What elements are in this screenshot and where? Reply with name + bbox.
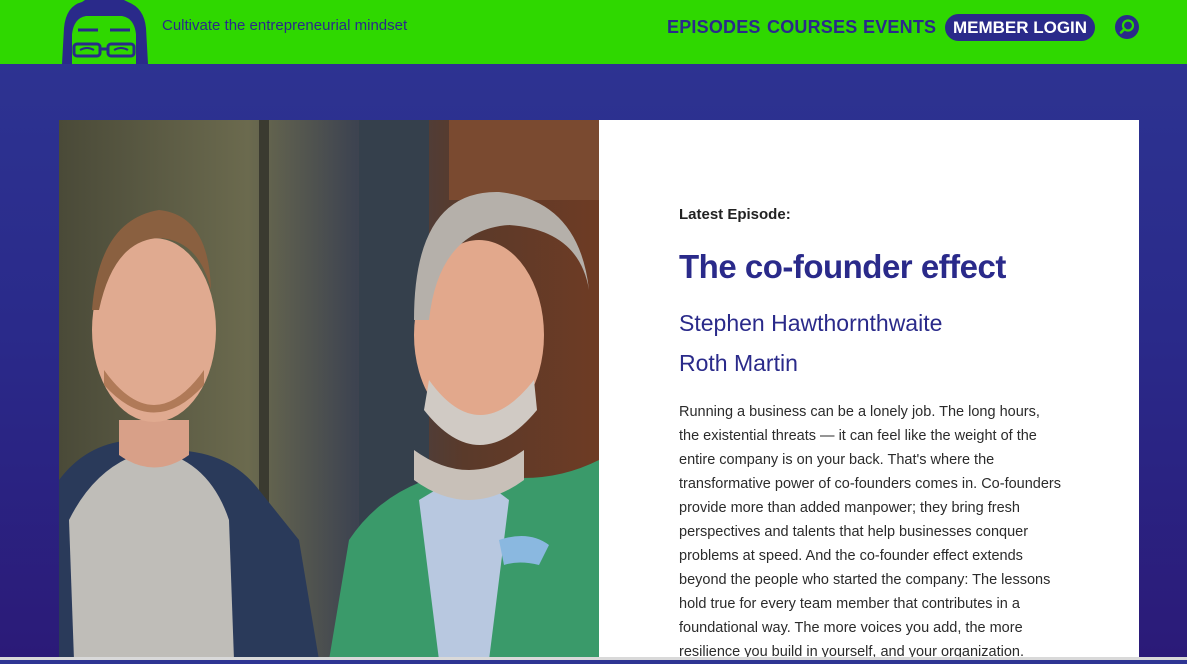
latest-episode-label: Latest Episode: <box>679 206 791 223</box>
guest-name: Stephen Hawthornthwaite <box>679 310 943 336</box>
episode-hero-photo <box>59 120 599 660</box>
main-nav: EPISODES COURSES EVENTS MEMBER LOGIN <box>0 14 1187 44</box>
episode-title[interactable]: The co-founder effect <box>679 248 1006 286</box>
search-button[interactable] <box>1115 15 1139 39</box>
nav-events[interactable]: EVENTS <box>863 17 936 38</box>
search-icon <box>1119 19 1135 34</box>
guest-name: Roth Martin <box>679 350 798 376</box>
nav-courses[interactable]: COURSES <box>767 17 857 38</box>
nav-episodes[interactable]: EPISODES <box>667 17 761 38</box>
latest-episode-card: Latest Episode: The co-founder effect St… <box>599 120 1139 660</box>
guests-photo <box>59 120 599 660</box>
site-header: Cultivate the entrepreneurial mindset EP… <box>0 0 1187 64</box>
member-login-button[interactable]: MEMBER LOGIN <box>945 14 1095 41</box>
episode-description: Running a business can be a lonely job. … <box>679 404 1062 660</box>
